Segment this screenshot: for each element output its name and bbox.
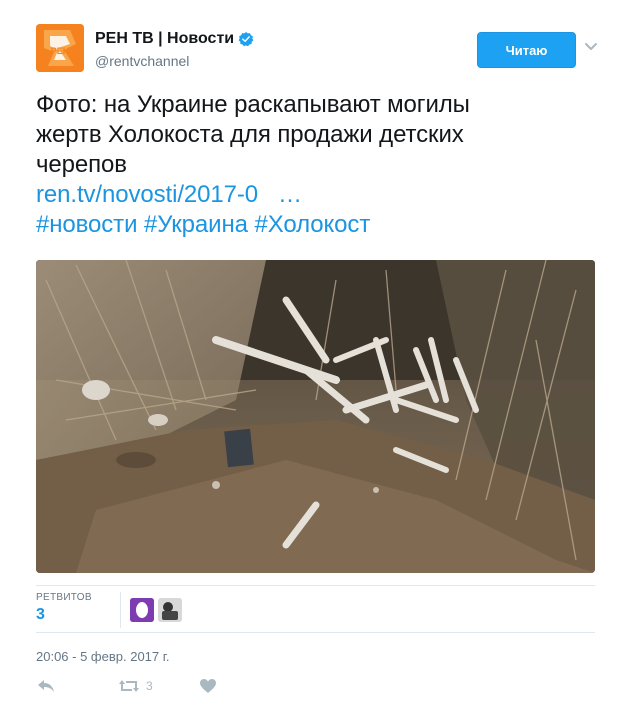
- tweet-text-line: жертв Холокоста для продажи детских: [36, 121, 464, 148]
- ren-tv-logo: РЕН: [36, 24, 84, 72]
- tweet-text-line: Фото: на Украине раскапывают могилы: [36, 91, 470, 118]
- like-button[interactable]: [199, 678, 217, 694]
- reply-button[interactable]: [36, 678, 56, 694]
- tweet-link-ellipsis[interactable]: …: [278, 181, 302, 208]
- hashtag-link[interactable]: #Холокост: [254, 211, 370, 238]
- hashtag-link[interactable]: #Украина: [144, 211, 248, 238]
- divider: [36, 632, 595, 633]
- following-button[interactable]: Читаю: [477, 32, 576, 68]
- retweet-icon: [119, 680, 139, 692]
- divider: [36, 585, 595, 586]
- retweet-action-count: 3: [146, 679, 153, 693]
- tweet-photo[interactable]: [36, 260, 595, 573]
- hashtag-link[interactable]: #новости: [36, 211, 137, 238]
- retweeter-avatar[interactable]: [158, 598, 182, 622]
- reply-icon: [38, 680, 54, 692]
- like-icon: [200, 679, 216, 693]
- account-handle[interactable]: @rentvchannel: [95, 53, 189, 69]
- retweets-label: РЕТВИТОВ: [36, 592, 92, 603]
- retweet-button[interactable]: 3: [118, 678, 153, 694]
- retweets-count[interactable]: 3: [36, 606, 45, 624]
- photo-bones-in-ground: [36, 260, 595, 573]
- tweet-timestamp[interactable]: 20:06 - 5 февр. 2017 г.: [36, 649, 170, 664]
- account-avatar[interactable]: РЕН: [36, 24, 84, 72]
- avatar-text: РЕН: [51, 46, 70, 56]
- retweeter-avatar[interactable]: [130, 598, 154, 622]
- account-display-name[interactable]: РЕН ТВ | Новости: [95, 30, 234, 48]
- retweeter-avatar-image: [130, 598, 154, 622]
- retweeter-avatar-image: [158, 598, 182, 622]
- tweet-text: Фото: на Украине раскапывают могилы жерт…: [36, 90, 596, 240]
- tweet-link[interactable]: ren.tv/novosti/2017-0: [36, 181, 258, 208]
- tweet-text-line: черепов: [36, 151, 127, 178]
- verified-icon: [238, 32, 254, 47]
- account-name-row[interactable]: РЕН ТВ | Новости: [95, 30, 254, 48]
- caret-down-icon[interactable]: [584, 42, 598, 52]
- stats-separator: [120, 592, 121, 628]
